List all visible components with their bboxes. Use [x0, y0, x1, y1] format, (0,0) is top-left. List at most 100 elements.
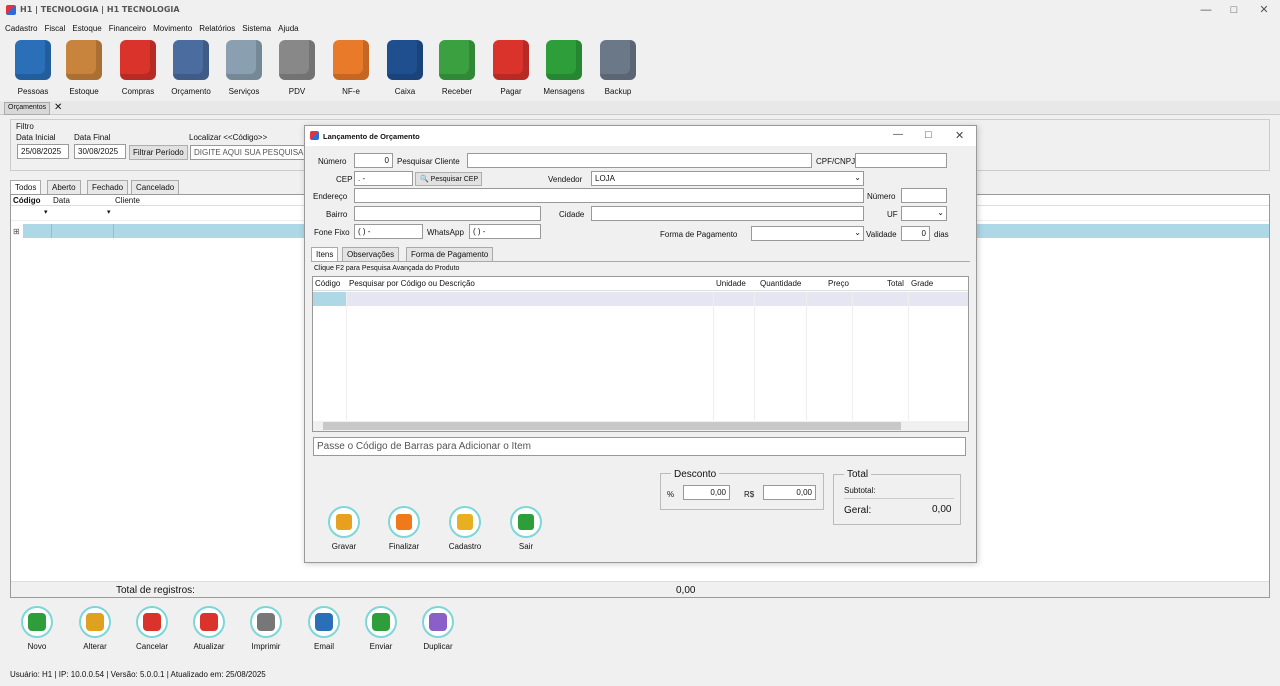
toolbar-calculator-button[interactable]: Orçamento: [165, 38, 217, 100]
menu-3[interactable]: Financeiro: [104, 20, 148, 33]
col-cliente[interactable]: Cliente: [115, 196, 140, 205]
cidade-input[interactable]: [591, 206, 864, 221]
col-data[interactable]: Data: [53, 196, 70, 205]
toolbar-person-button[interactable]: Pessoas: [7, 38, 59, 100]
enviar-button[interactable]: Enviar: [356, 606, 406, 651]
toolbar-cash-register-button[interactable]: PDV: [271, 38, 323, 100]
close-icon[interactable]: ✕: [1250, 2, 1278, 18]
barcode-input[interactable]: Passe o Código de Barras para Adicionar …: [313, 437, 966, 456]
hscroll-thumb[interactable]: [323, 422, 901, 430]
menu-6[interactable]: Sistema: [237, 20, 273, 33]
desconto-group: Desconto % 0,00 R$ 0,00: [660, 469, 824, 510]
col-item-unidade[interactable]: Unidade: [716, 279, 746, 288]
pesquisar-cliente-label: Pesquisar Cliente: [397, 157, 460, 166]
numero-input[interactable]: 0: [354, 153, 393, 168]
items-grid: Código Pesquisar por Código ou Descrição…: [312, 276, 969, 432]
col-item-codigo[interactable]: Código: [315, 279, 340, 288]
toolbar-cash-book-button[interactable]: Caixa: [379, 38, 431, 100]
col-item-quantidade[interactable]: Quantidade: [760, 279, 801, 288]
toolbar-receive-money-button[interactable]: Receber: [431, 38, 483, 100]
imprimir-button[interactable]: Imprimir: [241, 606, 291, 651]
expand-row-icon[interactable]: ⊞: [13, 227, 20, 236]
atualizar-button[interactable]: Atualizar: [184, 606, 234, 651]
bottom-toolbar-label: Duplicar: [423, 642, 453, 651]
desconto-pct-input[interactable]: 0,00: [683, 485, 730, 500]
tab-cancelado[interactable]: Cancelado: [131, 180, 180, 194]
tab-itens[interactable]: Itens: [311, 247, 339, 261]
total-label: Total: [844, 469, 872, 480]
filter-data-dropdown-icon[interactable]: ▾: [107, 208, 111, 216]
col-item-preco[interactable]: Preço: [828, 279, 849, 288]
close-tab-icon[interactable]: ✕: [54, 103, 62, 113]
tab-fechado[interactable]: Fechado: [87, 180, 129, 194]
vendedor-select[interactable]: LOJA ⌄: [591, 171, 864, 186]
fone-input[interactable]: ( ) -: [354, 224, 423, 239]
duplicar-button[interactable]: Duplicar: [413, 606, 463, 651]
menu-2[interactable]: Estoque: [67, 20, 103, 33]
col-item-descricao[interactable]: Pesquisar por Código ou Descrição: [349, 279, 475, 288]
tab-orcamentos[interactable]: Orçamentos: [4, 102, 51, 115]
menu-1[interactable]: Fiscal: [39, 20, 67, 33]
search-input[interactable]: DIGITE AQUI SUA PESQUISA: [190, 145, 306, 160]
bairro-input[interactable]: [354, 206, 541, 221]
maximize-icon[interactable]: □: [1220, 2, 1248, 18]
endereco-input[interactable]: [354, 188, 864, 203]
filter-codigo-dropdown-icon[interactable]: ▾: [44, 208, 48, 216]
uf-select[interactable]: ⌄: [901, 206, 947, 221]
tab-observacoes[interactable]: Observações: [342, 247, 400, 261]
col-divider: [713, 292, 714, 420]
toolbar-pay-money-button[interactable]: Pagar: [485, 38, 537, 100]
search-icon: 🔍: [420, 176, 429, 183]
col-item-grade[interactable]: Grade: [911, 279, 933, 288]
whatsapp-input[interactable]: ( ) -: [469, 224, 541, 239]
email-button[interactable]: Email: [299, 606, 349, 651]
dialog-close-icon[interactable]: ✕: [955, 129, 964, 142]
cliente-search-input[interactable]: [467, 153, 812, 168]
cancelar-button[interactable]: Cancelar: [127, 606, 177, 651]
start-date-input[interactable]: 25/08/2025: [17, 144, 69, 159]
toolbar-tools-button[interactable]: Serviços: [218, 38, 270, 100]
filter-period-button[interactable]: Filtrar Período: [129, 145, 188, 160]
sair-button[interactable]: Sair: [501, 506, 551, 551]
cep-input[interactable]: . -: [354, 171, 413, 186]
gravar-button[interactable]: Gravar: [319, 506, 369, 551]
item-row[interactable]: [346, 292, 968, 306]
desconto-rs-input[interactable]: 0,00: [763, 485, 816, 500]
col-divider: [908, 292, 909, 420]
end-date-input[interactable]: 30/08/2025: [74, 144, 126, 159]
col-item-total[interactable]: Total: [887, 279, 904, 288]
alterar-button[interactable]: Alterar: [70, 606, 120, 651]
validade-input[interactable]: 0: [901, 226, 930, 241]
item-row-indicator[interactable]: [313, 292, 346, 306]
dialog-maximize-icon[interactable]: □: [925, 129, 932, 141]
menu-0[interactable]: Cadastro: [0, 20, 39, 33]
col-divider: [346, 292, 347, 420]
toolbar-whatsapp-button[interactable]: Mensagens: [538, 38, 590, 100]
pesquisar-cep-button[interactable]: 🔍 Pesquisar CEP: [415, 172, 483, 186]
row-divider: [113, 224, 114, 238]
items-hscrollbar[interactable]: [313, 421, 968, 431]
cadastro-button[interactable]: Cadastro: [440, 506, 490, 551]
toolbar-invoice-button[interactable]: NF-e: [325, 38, 377, 100]
bottom-toolbar-label: Email: [313, 642, 334, 651]
menu-4[interactable]: Movimento: [148, 20, 194, 33]
icon-glyph: [372, 613, 390, 631]
novo-button[interactable]: Novo: [12, 606, 62, 651]
tab-aberto[interactable]: Aberto: [47, 180, 81, 194]
tab-forma-pagamento[interactable]: Forma de Pagamento: [406, 247, 494, 261]
tab-todos[interactable]: Todos: [10, 180, 42, 194]
menu-7[interactable]: Ajuda: [273, 20, 300, 33]
filter-group-label: Filtro: [16, 122, 34, 131]
numero2-input[interactable]: [901, 188, 947, 203]
menu-5[interactable]: Relatórios: [194, 20, 237, 33]
col-codigo[interactable]: Código: [13, 196, 41, 205]
minimize-icon[interactable]: —: [1192, 2, 1220, 18]
dialog-minimize-icon[interactable]: —: [893, 129, 903, 140]
toolbar-backup-button[interactable]: Backup: [592, 38, 644, 100]
finalizar-button[interactable]: Finalizar: [379, 506, 429, 551]
toolbar-boxes-button[interactable]: Estoque: [58, 38, 110, 100]
forma-pagamento-select[interactable]: ⌄: [751, 226, 864, 241]
toolbar-basket-button[interactable]: Compras: [112, 38, 164, 100]
cpf-input[interactable]: [855, 153, 947, 168]
title-bar: H1 | TECNOLOGIA | H1 TECNOLOGIA — □ ✕: [0, 0, 1280, 20]
